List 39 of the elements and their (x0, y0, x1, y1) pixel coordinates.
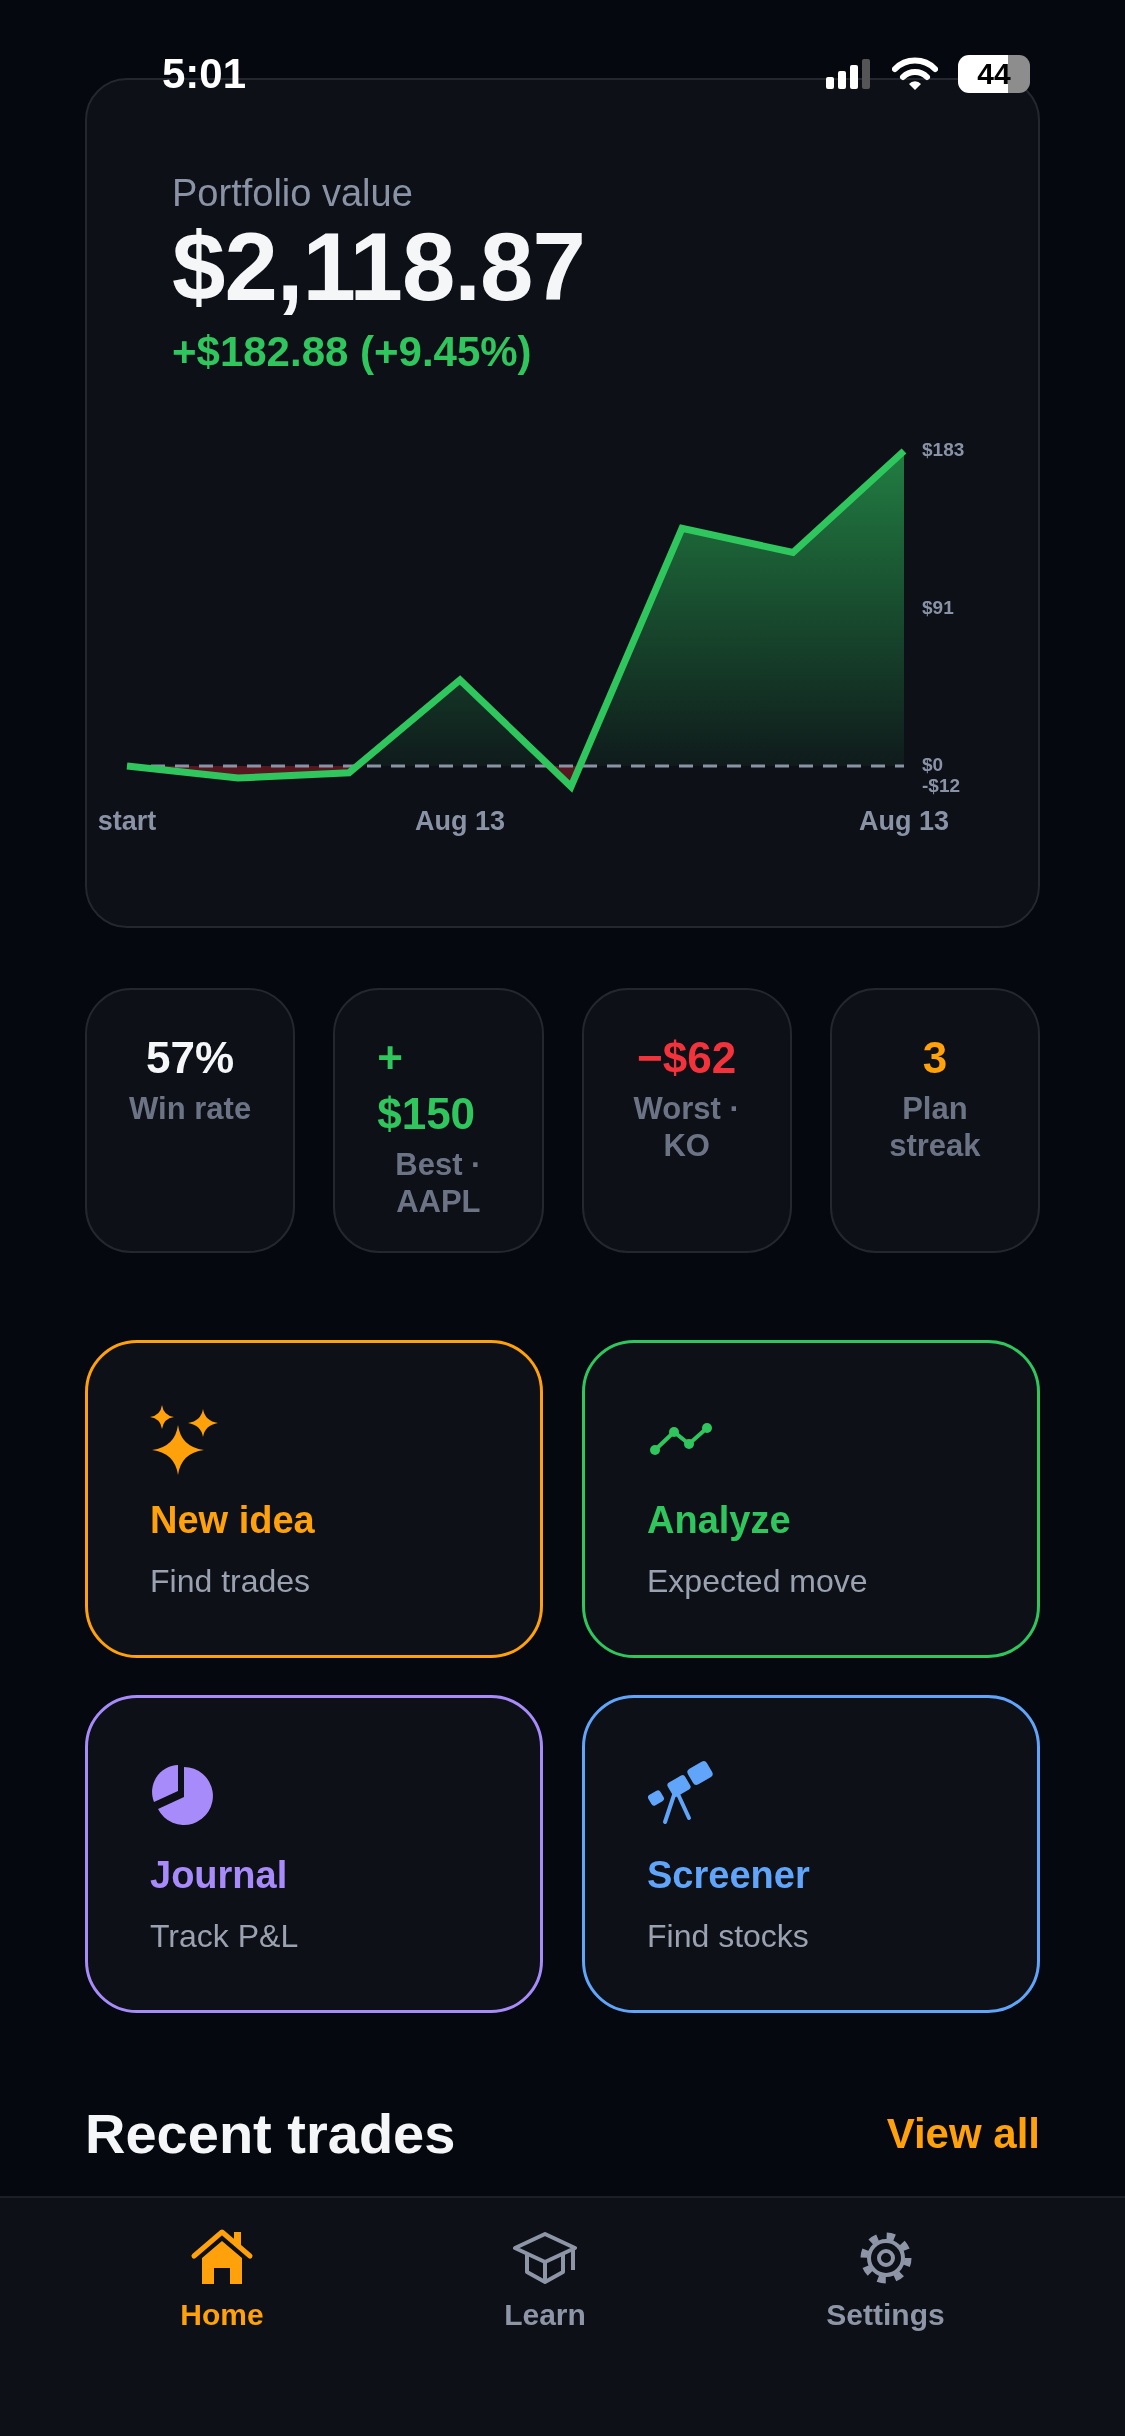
action-title: Journal (150, 1853, 288, 1898)
action-title: Analyze (647, 1498, 791, 1543)
stat-label: Best · AAPL (394, 1146, 483, 1220)
action-subtitle: Track P&L (150, 1917, 299, 1956)
action-subtitle: Find stocks (647, 1917, 809, 1956)
action-subtitle: Find trades (150, 1562, 311, 1601)
battery-icon: 44 (958, 55, 1030, 93)
portfolio-label: Portfolio value (172, 171, 414, 216)
axis-label: $183 (922, 439, 965, 460)
status-time: 5:01 (162, 50, 247, 98)
action-title: Screener (647, 1853, 810, 1898)
view-all-link[interactable]: View all (886, 2109, 1040, 2158)
axis-label: Aug 13 (859, 806, 949, 836)
action-subtitle: Expected move (647, 1562, 868, 1601)
stat-label: Worst · KO (632, 1090, 741, 1164)
stat-value: 57% (146, 1032, 235, 1084)
signal-icon (826, 59, 872, 89)
axis-label: Aug 13 (415, 806, 505, 836)
portfolio-value: $2,118.87 (172, 216, 586, 317)
axis-label: -$12 (922, 774, 961, 796)
action-title: New idea (150, 1498, 315, 1543)
tab-item[interactable]: Learn (484, 2220, 606, 2340)
wifi-icon (892, 57, 938, 91)
stat-label: Plan streak (888, 1090, 982, 1164)
action-card[interactable]: Analyze Expected move (582, 1340, 1040, 1658)
axis-label: $0 (922, 753, 944, 775)
tab-item[interactable]: Home (160, 2220, 284, 2340)
action-card[interactable]: New idea Find trades (85, 1340, 543, 1658)
action-card[interactable]: Journal Track P&L (85, 1695, 543, 2013)
stat-value: 3 (922, 1032, 948, 1084)
stat-value: + $150 (377, 1032, 477, 1140)
portfolio-change: +$182.88 (+9.45%) (172, 327, 533, 377)
action-card[interactable]: Screener Find stocks (582, 1695, 1040, 2013)
tab-item[interactable]: Settings (806, 2220, 965, 2340)
axis-label: $91 (922, 597, 954, 619)
axis-label: start (97, 806, 157, 836)
section-title: Recent trades (85, 2101, 456, 2166)
stat-value: −$62 (637, 1032, 737, 1084)
stat-label: Win rate (129, 1090, 252, 1127)
